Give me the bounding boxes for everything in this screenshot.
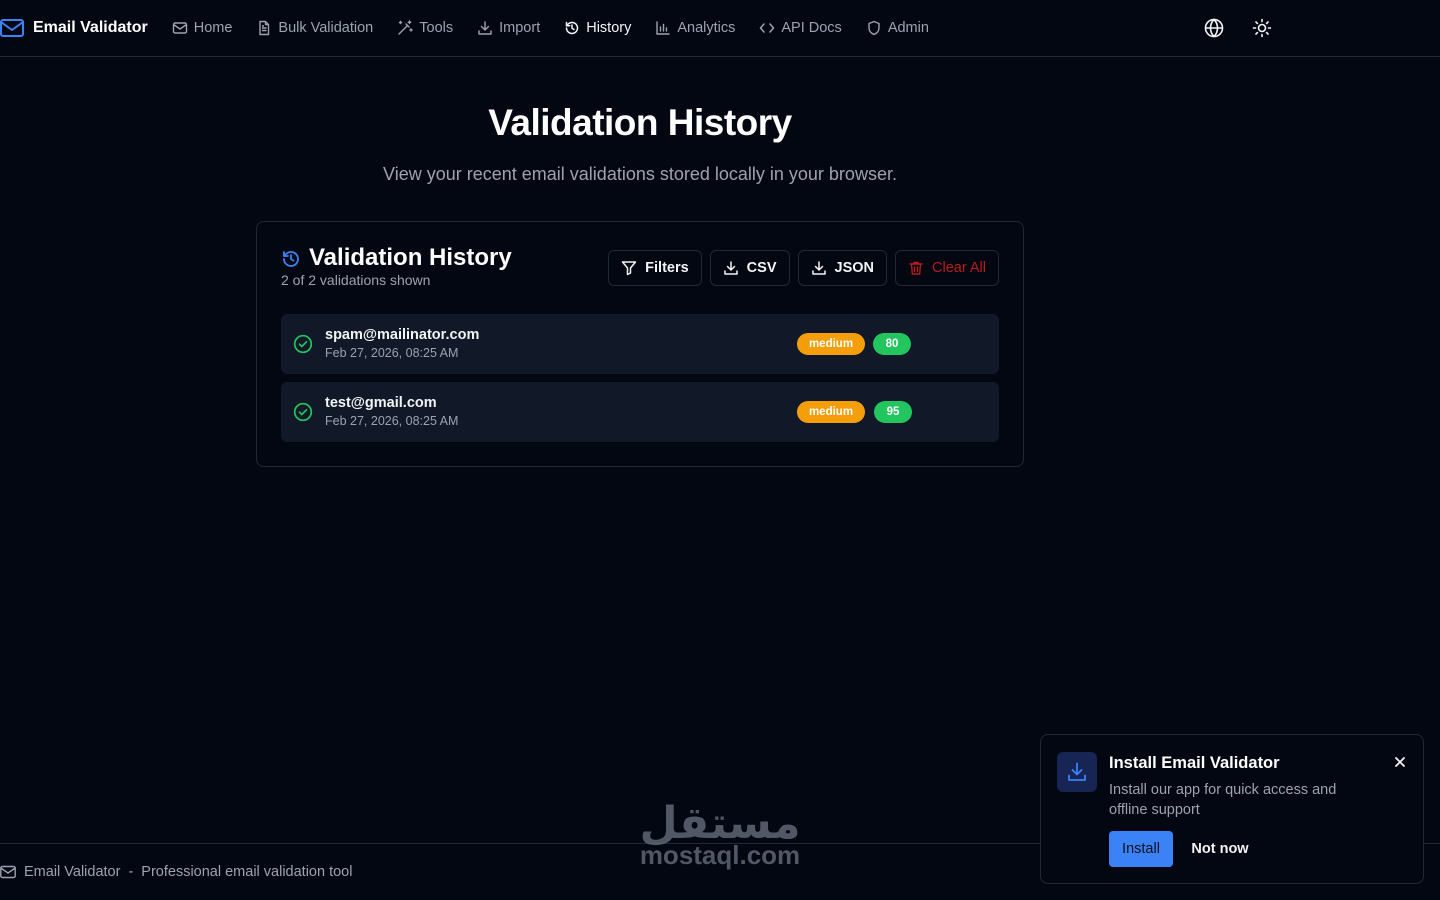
footer-tagline: Professional email validation tool: [141, 864, 353, 880]
export-csv-button[interactable]: CSV: [709, 250, 790, 286]
row-email: spam@mailinator.com: [325, 327, 480, 343]
wand-icon: [397, 20, 413, 36]
brand-name: Email Validator: [33, 19, 148, 36]
file-text-icon: [256, 20, 272, 36]
history-icon: [564, 20, 580, 36]
row-date: Feb 27, 2026, 08:25 AM: [325, 346, 459, 360]
json-label: JSON: [834, 260, 875, 276]
csv-label: CSV: [746, 260, 777, 276]
globe-icon: [1204, 18, 1224, 38]
install-button[interactable]: Install: [1109, 831, 1173, 867]
toast-title: Install Email Validator: [1109, 754, 1280, 772]
nav-right-actions: [1204, 16, 1272, 40]
nav-label: Admin: [887, 20, 929, 36]
download-icon: [811, 260, 827, 276]
bar-chart-icon: [655, 20, 671, 36]
nav-label: API Docs: [781, 20, 842, 36]
nav-import[interactable]: Import: [477, 20, 540, 36]
top-navbar: Email Validator Home Bulk Validation Too…: [0, 0, 1440, 57]
nav-bulk-validation[interactable]: Bulk Validation: [256, 20, 373, 36]
nav-api-docs[interactable]: API Docs: [759, 20, 842, 36]
install-icon-box: [1057, 752, 1097, 792]
check-circle-icon: [293, 334, 313, 354]
theme-toggle-button[interactable]: [1252, 16, 1272, 40]
page-subtitle: View your recent email validations store…: [383, 164, 897, 184]
close-button[interactable]: [1393, 755, 1407, 769]
nav-label: Home: [193, 20, 233, 36]
nav-history[interactable]: History: [564, 20, 631, 36]
clear-all-button[interactable]: Clear All: [895, 250, 999, 286]
validation-count: 2 of 2 validations shown: [281, 272, 431, 288]
history-row[interactable]: test@gmail.com Feb 27, 2026, 08:25 AM me…: [281, 382, 999, 442]
watermark: مستقل mostaql.com: [632, 798, 808, 868]
nav-label: Bulk Validation: [278, 20, 374, 36]
nav-label: Analytics: [677, 20, 736, 36]
toast-body: Install our app for quick access and off…: [1109, 782, 1337, 818]
history-icon: [281, 249, 301, 269]
history-row[interactable]: spam@mailinator.com Feb 27, 2026, 08:25 …: [281, 314, 999, 374]
score-badge: 80: [873, 333, 911, 355]
row-date: Feb 27, 2026, 08:25 AM: [325, 414, 459, 428]
nav-tools[interactable]: Tools: [397, 20, 453, 36]
install-toast: Install Email Validator Install our app …: [1040, 734, 1424, 884]
trash-icon: [908, 260, 924, 276]
card-actions: Filters CSV JSON Clear All: [608, 250, 999, 286]
sun-icon: [1252, 18, 1272, 38]
history-card: Validation History 2 of 2 validations sh…: [256, 221, 1024, 467]
download-icon: [723, 260, 739, 276]
nav-label: Tools: [419, 20, 454, 36]
nav-label: Import: [499, 20, 541, 36]
clear-all-label: Clear All: [932, 260, 986, 276]
footer-separator: -: [128, 864, 134, 880]
check-circle-icon: [293, 402, 313, 422]
shield-icon: [866, 20, 882, 36]
risk-badge: medium: [797, 401, 865, 423]
download-icon: [477, 20, 493, 36]
not-now-button[interactable]: Not now: [1181, 831, 1259, 867]
close-icon: [1393, 755, 1407, 769]
page-title: Validation History: [488, 102, 792, 143]
watermark-latin: mostaql.com: [639, 840, 801, 870]
language-button[interactable]: [1204, 16, 1224, 40]
nav-menu: Home Bulk Validation Tools Import Histor…: [172, 20, 953, 36]
row-email: test@gmail.com: [325, 395, 437, 411]
export-json-button[interactable]: JSON: [797, 250, 887, 286]
card-title: Validation History: [309, 244, 512, 271]
risk-badge: medium: [797, 333, 865, 355]
filters-label: Filters: [645, 260, 689, 276]
download-icon: [1066, 761, 1088, 783]
mail-icon: [0, 18, 24, 38]
mail-icon: [0, 865, 16, 879]
nav-label: History: [586, 20, 632, 36]
mail-icon: [172, 20, 188, 36]
filters-button[interactable]: Filters: [608, 250, 702, 286]
filter-icon: [621, 260, 637, 276]
footer-content: Email Validator - Professional email val…: [0, 864, 352, 880]
nav-analytics[interactable]: Analytics: [655, 20, 735, 36]
code-icon: [759, 20, 775, 36]
nav-home[interactable]: Home: [172, 20, 233, 36]
footer-brand: Email Validator: [24, 864, 121, 880]
score-badge: 95: [874, 401, 912, 423]
nav-admin[interactable]: Admin: [866, 20, 929, 36]
brand[interactable]: Email Validator: [0, 18, 148, 38]
